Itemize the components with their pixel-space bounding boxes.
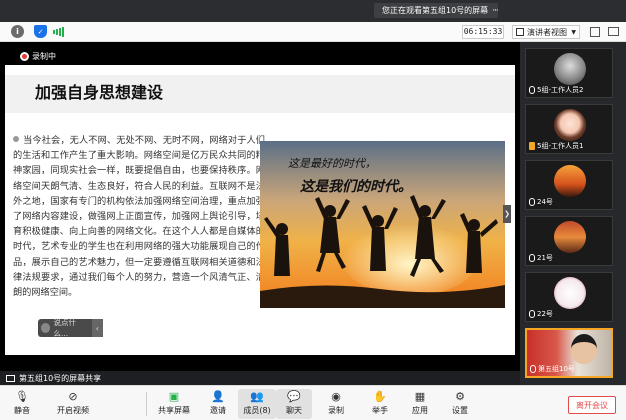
user-icon [529, 142, 535, 150]
comment-placeholder: 说点什么... [53, 318, 76, 338]
mute-label: 静音 [14, 406, 30, 415]
meeting-controls-bar: 🎙 静音 ⊘ 开启视频 ▣ 共享屏幕 👤 邀请 👥 成员(8) 💬 聊天 ◉ 录… [0, 385, 626, 420]
shield-icon[interactable]: ✓ [34, 25, 47, 38]
recording-indicator: 录制中 [20, 50, 56, 62]
viewing-notice-text: 您正在观看第五组10号的屏幕 [382, 6, 489, 15]
avatar [554, 277, 586, 309]
chat-button[interactable]: 💬 聊天 [276, 389, 312, 419]
mic-icon [529, 254, 535, 262]
share-screen-icon: ▣ [168, 389, 180, 403]
meeting-toolbar: i ✓ 06:15:33 演讲者视图 ▼ [0, 22, 626, 42]
view-mode-label: 演讲者视图 [527, 27, 567, 37]
participant-name-label: 22号 [529, 309, 553, 319]
mute-button[interactable]: 🎙 静音 [4, 389, 40, 419]
leave-meeting-button[interactable]: 离开会议 [568, 396, 616, 414]
screen-icon [6, 374, 15, 382]
meeting-timer: 06:15:33 [462, 25, 504, 39]
chevron-down-icon: ▼ [571, 28, 576, 36]
slide-title: 加强自身思想建设 [35, 83, 164, 102]
mic-icon [530, 365, 536, 373]
participant-name: 5组-工作人员1 [537, 142, 584, 150]
participant-tile-active-speaker[interactable]: 第五组10号 [525, 328, 613, 378]
mic-icon [529, 310, 535, 318]
avatar [554, 109, 586, 141]
photo-caption-line2: 这是我们的时代。 [300, 178, 412, 195]
avatar [554, 221, 586, 253]
recording-label: 录制中 [32, 51, 56, 61]
sharer-name: 第五组10号的屏幕共享 [19, 373, 102, 383]
participant-name: 21号 [537, 254, 553, 262]
participant-name-label: 24号 [529, 197, 553, 207]
speaker-face [571, 334, 597, 364]
participant-tile[interactable]: 5组-工作人员1 [525, 104, 613, 154]
view-mode-dropdown[interactable]: 演讲者视图 ▼ [512, 25, 580, 39]
bullet-icon [13, 136, 19, 142]
invite-icon: 👤 [211, 389, 225, 403]
share-screen-label: 共享屏幕 [158, 406, 190, 415]
participant-gallery: 5组-工作人员2 5组-工作人员1 24号 21号 22号 第五组10号 [520, 42, 626, 385]
gear-icon: ⚙ [455, 389, 465, 403]
mic-icon [529, 86, 535, 94]
presentation-slide: 加强自身思想建设 当今社会，无人不网、无处不网、无时不网，网络对于人们的生活和工… [5, 65, 515, 355]
slide-photo: 这是最好的时代， 这是我们的时代。 [260, 141, 505, 308]
slide-panel-toggle[interactable]: ❯ [503, 205, 511, 223]
raise-hand-icon: ✋ [373, 389, 387, 403]
share-screen-button[interactable]: ▣ 共享屏幕 [152, 389, 196, 419]
participant-name-label: 5组-工作人员2 [529, 85, 583, 95]
participant-tile[interactable]: 22号 [525, 272, 613, 322]
start-video-button[interactable]: ⊘ 开启视频 [50, 389, 96, 419]
participant-name: 22号 [537, 310, 553, 318]
participant-name-label: 5组-工作人员1 [529, 141, 583, 151]
fullscreen-icon[interactable] [590, 27, 600, 37]
participant-tile[interactable]: 5组-工作人员2 [525, 48, 613, 98]
signal-icon[interactable] [52, 25, 65, 38]
chat-label: 聊天 [286, 406, 302, 415]
comment-icon [41, 323, 51, 333]
participant-tile[interactable]: 24号 [525, 160, 613, 210]
settings-label: 设置 [452, 406, 468, 415]
more-options-icon[interactable]: ··· [492, 6, 499, 16]
grid-icon [516, 28, 524, 36]
raise-hand-button[interactable]: ✋ 举手 [362, 389, 398, 419]
recording-icon [20, 51, 29, 61]
video-off-icon: ⊘ [68, 389, 78, 403]
info-icon[interactable]: i [11, 25, 24, 38]
invite-button[interactable]: 👤 邀请 [200, 389, 236, 419]
mic-icon [529, 198, 535, 206]
title-strip [0, 0, 626, 22]
video-label: 开启视频 [57, 406, 89, 415]
members-icon: 👥 [250, 389, 264, 403]
members-button[interactable]: 👥 成员(8) [238, 389, 276, 419]
photo-caption-line1: 这是最好的时代， [288, 157, 376, 170]
participant-name: 24号 [537, 198, 553, 206]
comment-input[interactable]: 说点什么... ‹ [38, 318, 103, 338]
participant-name: 第五组10号 [538, 365, 575, 373]
avatar [554, 53, 586, 85]
window-icon[interactable] [608, 27, 619, 36]
share-source-label: 第五组10号的屏幕共享 [0, 371, 520, 385]
record-label: 录制 [328, 406, 344, 415]
participant-tile[interactable]: 21号 [525, 216, 613, 266]
members-label: 成员(8) [243, 406, 271, 415]
participant-name-label: 21号 [529, 253, 553, 263]
participant-name-label: 第五组10号 [530, 364, 575, 374]
raise-hand-label: 举手 [372, 406, 388, 415]
chevron-left-icon[interactable]: ‹ [91, 319, 103, 337]
record-icon: ◉ [331, 389, 341, 403]
apps-label: 应用 [412, 406, 428, 415]
apps-icon: ▦ [414, 389, 426, 403]
chat-icon: 💬 [287, 389, 301, 403]
slide-body-text: 当今社会，无人不网、无处不网、无时不网，网络对于人们的生活和工作产生了重大影响。… [13, 133, 265, 300]
record-button[interactable]: ◉ 录制 [318, 389, 354, 419]
participant-name: 5组-工作人员2 [537, 86, 584, 94]
invite-label: 邀请 [210, 406, 226, 415]
settings-button[interactable]: ⚙ 设置 [442, 389, 478, 419]
slide-paragraph: 当今社会，无人不网、无处不网、无时不网，网络对于人们的生活和工作产生了重大影响。… [13, 135, 265, 299]
viewing-notice-badge[interactable]: 您正在观看第五组10号的屏幕 ··· [374, 3, 499, 18]
apps-button[interactable]: ▦ 应用 [402, 389, 438, 419]
mic-icon: 🎙 [15, 389, 29, 403]
divider [146, 392, 147, 416]
avatar [554, 165, 586, 197]
